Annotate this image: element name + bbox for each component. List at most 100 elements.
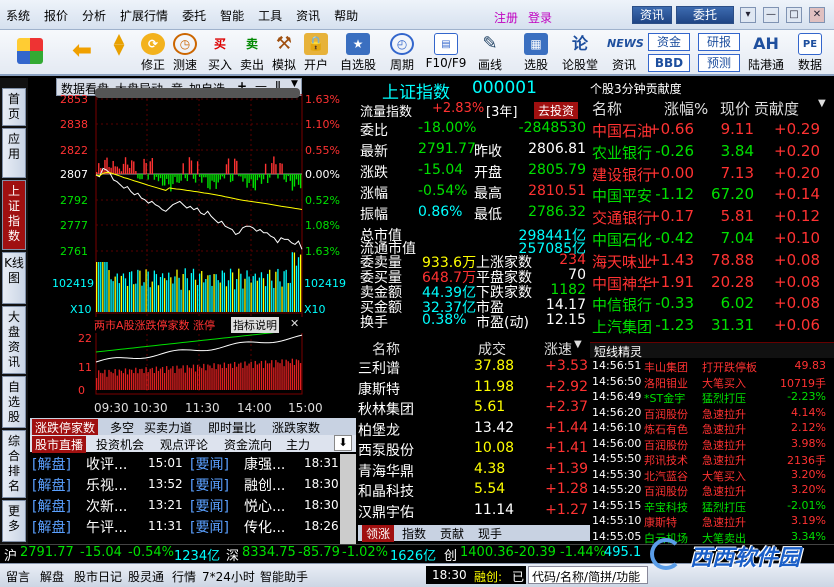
contrib-row[interactable]: 中国神华 +1.91 20.28 +0.08 <box>590 273 834 294</box>
hk-connect-button[interactable]: AH 陆港通 <box>746 30 786 76</box>
contrib-row[interactable]: 海天味业 +1.43 78.88 +0.08 <box>590 251 834 272</box>
tab-apps[interactable]: 应用 <box>2 128 26 178</box>
status-quote[interactable]: 行情 <box>172 568 196 585</box>
contrib-row[interactable]: 上汽集团 -1.23 31.31 +0.06 <box>590 316 834 337</box>
rank-row[interactable]: 柏堡龙 13.42 +1.44 <box>358 420 590 441</box>
tab-sh-index[interactable]: 上证指数 <box>2 180 26 250</box>
news-scrollbar[interactable] <box>340 454 356 544</box>
contrib-row[interactable]: 农业银行 -0.26 3.84 +0.20 <box>590 142 834 163</box>
minimize-icon[interactable]: — <box>763 7 779 23</box>
limit-bar <box>287 361 289 390</box>
news-button[interactable]: 资讯 <box>632 6 672 24</box>
tab-long-short[interactable]: 多空 <box>110 419 134 436</box>
status-assistant[interactable]: 智能助手 <box>260 568 308 585</box>
forum-button[interactable]: 论论股堂 <box>560 30 600 76</box>
rank-row[interactable]: 青海华鼎 4.38 +1.39 <box>358 461 590 482</box>
sell-button[interactable]: 卖卖出 <box>237 30 267 76</box>
fund-bbd-button[interactable]: 资金 BBD <box>648 30 690 76</box>
rank-row[interactable]: 西泵股份 10.08 +1.41 <box>358 440 590 461</box>
rank-row[interactable]: 康斯特 11.98 +2.92 <box>358 379 590 400</box>
contrib-row[interactable]: 中国平安 -1.12 67.20 +0.14 <box>590 185 834 206</box>
contrib-row[interactable]: 中国石化 -0.42 7.04 +0.10 <box>590 229 834 250</box>
news-row[interactable]: [解盘] 午评... 11:31 [要闻] 传化... 18:26 <box>30 517 340 538</box>
simulate-button[interactable]: ⚒ 模拟 <box>269 30 299 76</box>
tab-volume-ratio[interactable]: 即时量比 <box>208 419 256 436</box>
rank-row[interactable]: 和晶科技 5.54 +1.28 <box>358 481 590 502</box>
menu-system[interactable]: 系统 <box>6 7 30 24</box>
menu-analysis[interactable]: 分析 <box>82 7 106 24</box>
menu-quote[interactable]: 报价 <box>44 7 68 24</box>
dropdown-icon[interactable]: ▾ <box>740 7 756 23</box>
contrib-row[interactable]: 交通银行 +0.17 5.81 +0.12 <box>590 207 834 228</box>
invest-button[interactable]: 去投资 <box>534 102 579 119</box>
contrib-row[interactable]: 中信银行 -0.33 6.02 +0.08 <box>590 294 834 315</box>
report-forecast-button[interactable]: 研报 预测 <box>698 30 740 76</box>
download-icon[interactable]: ⬇ <box>334 435 352 451</box>
login-link[interactable]: 登录 <box>528 9 552 26</box>
tab-watchlist[interactable]: 自选股 <box>2 376 26 428</box>
register-link[interactable]: 注册 <box>494 9 518 26</box>
indicator-help-link[interactable]: 指标说明 <box>231 317 279 333</box>
tab-contribution[interactable]: 贡献 <box>440 525 464 542</box>
menu-smart[interactable]: 智能 <box>220 7 244 24</box>
rank-row[interactable]: 秋林集团 5.61 +2.37 <box>358 399 590 420</box>
rank-row[interactable]: 三利谱 37.88 +3.53 <box>358 358 590 379</box>
status-message[interactable]: 留言 <box>6 568 30 585</box>
fix-button[interactable]: ⟳ 修正 <box>138 30 168 76</box>
code-search-input[interactable]: 代码/名称/简拼/功能 <box>528 566 648 584</box>
tab-up-down-count[interactable]: 涨跌家数 <box>272 419 320 436</box>
maximize-icon[interactable]: □ <box>786 7 802 23</box>
tab-more[interactable]: 更多 <box>2 500 26 542</box>
menu-trade[interactable]: 委托 <box>182 7 206 24</box>
news-tool-button[interactable]: NEWS 资讯 <box>606 30 644 76</box>
watchlist-button[interactable]: ★ 自选股 <box>338 30 378 76</box>
news-row[interactable]: [解盘] 收评... 15:01 [要闻] 康强... 18:31 <box>30 454 340 475</box>
tab-market-news[interactable]: 大盘资讯 <box>2 306 26 374</box>
indicator-close-icon[interactable]: ✕ <box>290 317 299 330</box>
status-analysis[interactable]: 解盘 <box>40 568 64 585</box>
menu-tools[interactable]: 工具 <box>258 7 282 24</box>
contrib-sort-icon[interactable]: ▼ <box>818 98 826 109</box>
news-row[interactable]: [解盘] 次新... 13:21 [要闻] 悦心... 18:30 <box>30 496 340 517</box>
data-button[interactable]: PE 数据 <box>792 30 828 76</box>
tab-market-live[interactable]: 股市直播 <box>32 436 87 453</box>
contrib-row[interactable]: 中国石油 +0.66 9.11 +0.29 <box>590 120 834 141</box>
tab-opinion[interactable]: 观点评论 <box>160 436 208 453</box>
tab-current-hand[interactable]: 现手 <box>478 525 502 542</box>
close-icon[interactable]: ✕ <box>809 7 825 23</box>
back-button[interactable]: ⬅ <box>64 30 100 76</box>
tab-index[interactable]: 指数 <box>402 525 426 542</box>
status-24h[interactable]: 7*24小时 <box>202 568 255 585</box>
f10-button[interactable]: ▤ F10/F9 <box>424 30 468 76</box>
open-account-button[interactable]: 🔒 开户 <box>301 30 331 76</box>
hammer-icon: ⚒ <box>275 33 293 54</box>
speed-test-button[interactable]: ◷ 测速 <box>170 30 200 76</box>
period-button[interactable]: ◴ 周期 <box>384 30 420 76</box>
tab-kline[interactable]: K线图 <box>2 252 26 304</box>
contrib-row[interactable]: 建设银行 +0.00 7.13 +0.20 <box>590 164 834 185</box>
rank-row[interactable]: 汉鼎宇佑 11.14 +1.27 <box>358 502 590 523</box>
menu-news[interactable]: 资讯 <box>296 7 320 24</box>
tab-buy-sell-force[interactable]: 买卖力道 <box>144 419 192 436</box>
up-down-button[interactable]: ▲ ▼ <box>104 30 134 76</box>
news-row[interactable]: [解盘] 乐视... 13:52 [要闻] 融创... 18:30 <box>30 475 340 496</box>
chart-scroll-bar[interactable] <box>95 88 300 98</box>
draw-line-button[interactable]: ✎ 画线 <box>472 30 508 76</box>
tab-main-force[interactable]: 主力 <box>286 436 310 453</box>
buy-button[interactable]: 买买入 <box>205 30 235 76</box>
tab-opportunity[interactable]: 投资机会 <box>96 436 144 453</box>
bbd-icon: BBD <box>648 54 690 72</box>
tab-leaders[interactable]: 领涨 <box>362 525 395 542</box>
status-diary[interactable]: 股市日记 <box>74 568 122 585</box>
tab-home[interactable]: 首页 <box>2 88 26 126</box>
menu-help[interactable]: 帮助 <box>334 7 358 24</box>
tab-fund-flow[interactable]: 资金流向 <box>224 436 272 453</box>
tab-limit-count[interactable]: 涨跌停家数 <box>32 419 99 436</box>
menu-extended[interactable]: 扩展行情 <box>120 7 168 24</box>
sort-down-icon[interactable]: ▼ <box>574 339 582 350</box>
select-stock-button[interactable]: ▦ 选股 <box>518 30 554 76</box>
app-grid-button[interactable] <box>14 30 46 76</box>
tab-rankings[interactable]: 综合排名 <box>2 430 26 498</box>
status-stock-link[interactable]: 股灵通 <box>128 568 164 585</box>
trade-button[interactable]: 委托 <box>676 6 734 24</box>
